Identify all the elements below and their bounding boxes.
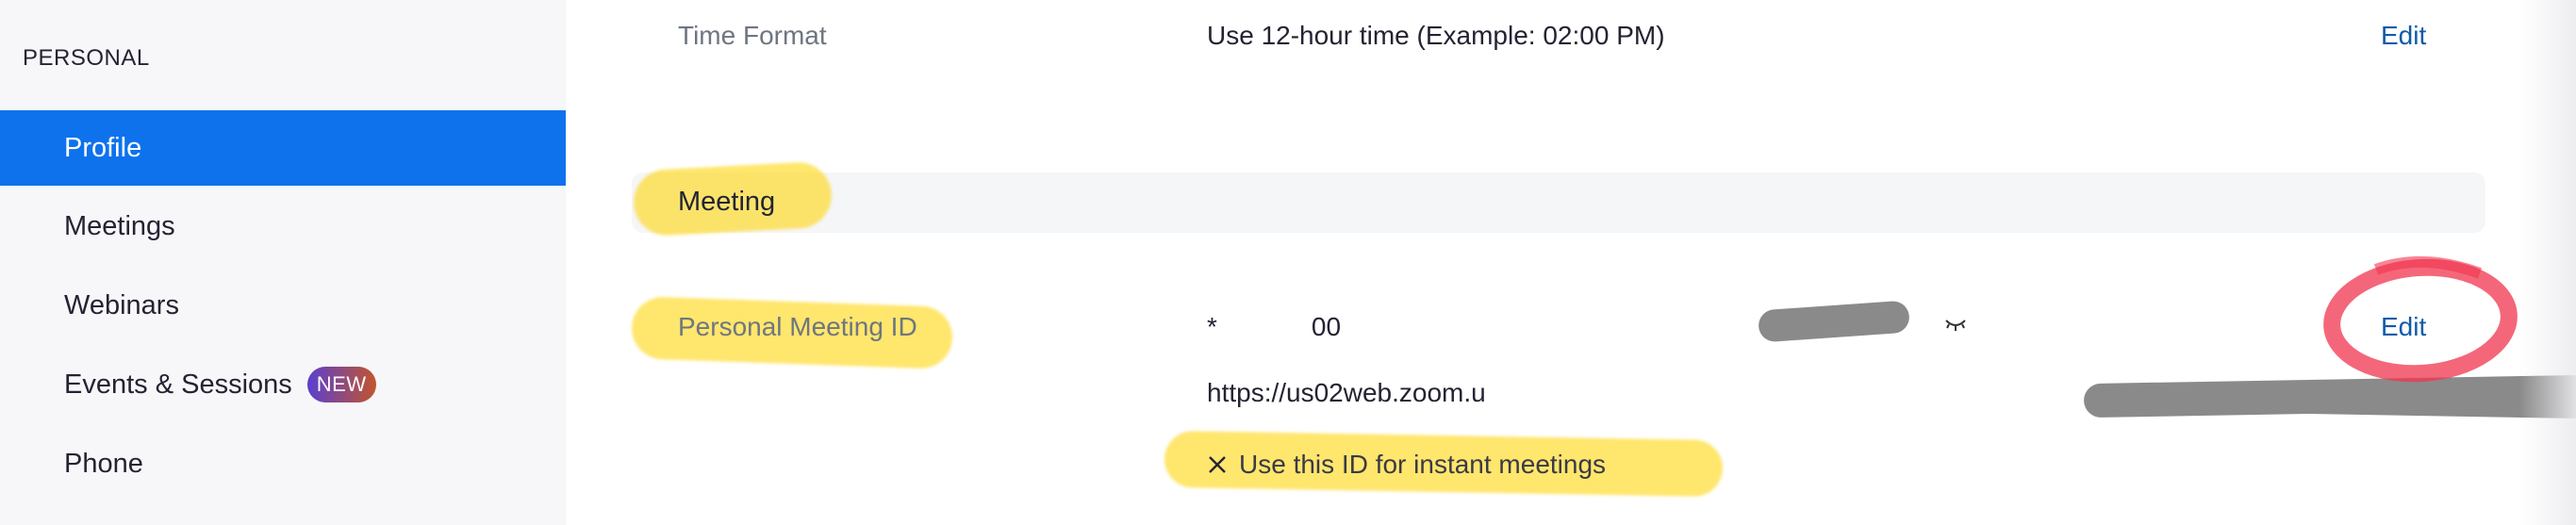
- sidebar-item-profile[interactable]: Profile: [0, 110, 566, 186]
- sidebar-item-label: Phone: [64, 448, 143, 479]
- sidebar-item-label: Meetings: [64, 210, 175, 241]
- meeting-link-visible-prefix: https://us02web.zoom.u: [1207, 378, 1486, 407]
- redaction-mark: [1758, 300, 1910, 343]
- profile-main: Time Format Use 12-hour time (Example: 0…: [566, 0, 2576, 525]
- sidebar-item-phone[interactable]: Phone: [0, 426, 566, 501]
- meeting-section-title: Meeting: [678, 187, 776, 217]
- eye-closed-icon[interactable]: [1944, 315, 1967, 336]
- personal-meeting-id-label: Personal Meeting ID: [678, 312, 917, 341]
- x-icon: [1209, 456, 1226, 473]
- sidebar-item-label: Webinars: [64, 289, 179, 320]
- time-format-edit-link[interactable]: Edit: [2381, 21, 2426, 51]
- scroll-shadow: [2519, 0, 2576, 525]
- red-circle-annotation: [2323, 255, 2518, 383]
- sidebar-item-label: Events & Sessions: [64, 369, 292, 400]
- time-format-value: Use 12-hour time (Example: 02:00 PM): [1207, 21, 1665, 50]
- instant-meeting-option[interactable]: Use this ID for instant meetings: [1207, 450, 1606, 480]
- settings-sidebar: PERSONAL Profile Meetings Webinars Event…: [0, 0, 566, 525]
- sidebar-item-webinars[interactable]: Webinars: [0, 268, 566, 343]
- meeting-section-header: [632, 172, 2485, 233]
- meeting-id-visible-suffix: 00: [1311, 312, 1342, 341]
- sidebar-item-label: Profile: [64, 132, 142, 163]
- sidebar-item-events-sessions[interactable]: Events & Sessions NEW: [0, 347, 566, 422]
- meeting-id-visible-part: *: [1207, 312, 1217, 341]
- instant-meeting-label: Use this ID for instant meetings: [1239, 450, 1607, 479]
- personal-meeting-id-value: * 00: [1207, 312, 1341, 342]
- time-format-label: Time Format: [678, 21, 827, 50]
- sidebar-item-meetings[interactable]: Meetings: [0, 189, 566, 264]
- sidebar-section-title: PERSONAL: [23, 45, 150, 71]
- new-badge: NEW: [306, 367, 376, 402]
